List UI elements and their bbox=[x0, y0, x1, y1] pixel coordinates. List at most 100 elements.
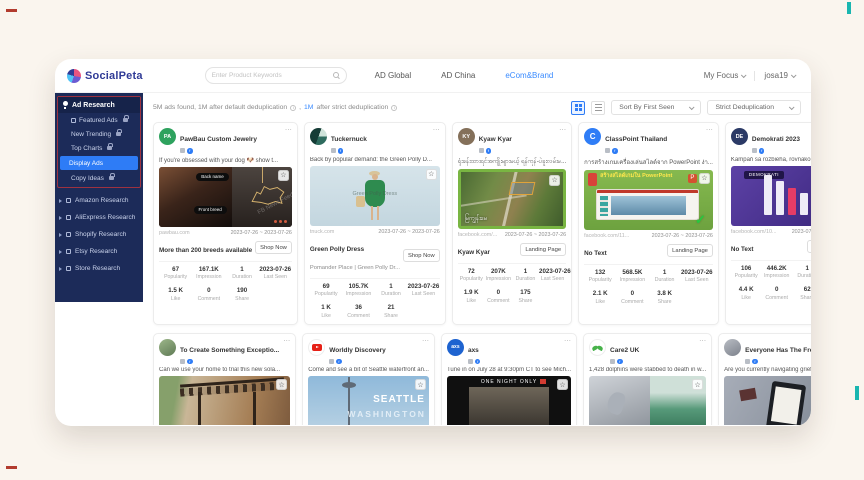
advertiser-avatar[interactable]: PA bbox=[159, 128, 176, 145]
tab-ecom-brand[interactable]: eCom&Brand bbox=[505, 71, 553, 80]
more-options-icon[interactable]: ⋯ bbox=[283, 339, 290, 345]
advertiser-avatar[interactable] bbox=[724, 339, 741, 356]
shop-now-button[interactable]: Shop Now bbox=[403, 249, 440, 262]
ad-creative[interactable]: ONE NIGHT ONLY ☆ bbox=[447, 376, 571, 425]
favorite-icon[interactable]: ☆ bbox=[692, 379, 703, 390]
favorite-icon[interactable]: ☆ bbox=[426, 169, 437, 180]
favorite-icon[interactable]: ☆ bbox=[276, 379, 287, 390]
chevron-down-icon bbox=[791, 72, 797, 78]
logo[interactable]: SocialPeta bbox=[67, 69, 143, 83]
ad-card[interactable]: To Create Something Exceptio... f ⋯ Can … bbox=[153, 333, 296, 426]
list-view-toggle[interactable] bbox=[591, 101, 605, 115]
sidebar-item-amazon-research[interactable]: Amazon Research bbox=[55, 192, 143, 209]
advertiser-avatar[interactable]: DE bbox=[731, 128, 748, 145]
ad-card[interactable]: axs axs f ⋯ Tune in on July 28 at 9:30pm… bbox=[441, 333, 577, 426]
expand-arrow-icon bbox=[59, 250, 62, 254]
sidebar-item-new-trending[interactable]: New Trending bbox=[58, 127, 140, 141]
more-options-icon[interactable]: ⋯ bbox=[706, 128, 713, 134]
ad-creative[interactable]: ☆ bbox=[724, 376, 811, 425]
more-options-icon[interactable]: ⋯ bbox=[559, 128, 566, 134]
ad-card[interactable]: PA PawBau Custom Jewelry f ⋯ If you're o… bbox=[153, 122, 298, 325]
advertiser-avatar[interactable]: C bbox=[584, 128, 601, 145]
strict-dedup-count[interactable]: 1M bbox=[304, 104, 313, 111]
favorite-icon[interactable]: ☆ bbox=[699, 173, 710, 184]
ad-card[interactable]: KY Kyaw Kyar f ⋯ ရုံးခန်းထားရင်အကျိုးမျာ… bbox=[452, 122, 572, 325]
favorite-icon[interactable]: ☆ bbox=[415, 379, 426, 390]
ad-card[interactable]: Care2 UK f ⋯ 1,428 dolphins were stabbed… bbox=[583, 333, 712, 426]
ad-domain[interactable]: facebook.com/10... bbox=[731, 229, 777, 235]
ad-creative[interactable]: မြကျွန်းမေ ☆ bbox=[458, 169, 566, 229]
advertiser-name[interactable]: Tuckernuck bbox=[331, 136, 367, 143]
sidebar-item-top-charts[interactable]: Top Charts bbox=[58, 141, 140, 155]
my-focus-menu[interactable]: My Focus bbox=[704, 71, 746, 80]
network-icon bbox=[605, 148, 610, 153]
landing-page-button[interactable]: Landing Page bbox=[807, 240, 811, 253]
tab-ad-china[interactable]: AD China bbox=[441, 71, 475, 80]
ad-creative[interactable]: ☆ bbox=[589, 376, 706, 425]
more-options-icon[interactable]: ⋯ bbox=[422, 339, 429, 345]
sidebar-item-store-research[interactable]: Store Research bbox=[55, 260, 143, 277]
sidebar-item-etsy-research[interactable]: Etsy Research bbox=[55, 243, 143, 260]
ad-creative[interactable]: DEMOKRATI FB News Feed ☆ bbox=[731, 166, 811, 226]
advertiser-avatar[interactable] bbox=[310, 128, 327, 145]
ad-domain[interactable]: tnuck.com bbox=[310, 229, 335, 235]
advertiser-avatar[interactable]: axs bbox=[447, 339, 464, 356]
ad-domain[interactable]: pawbau.com bbox=[159, 230, 190, 236]
facebook-icon: f bbox=[336, 359, 342, 365]
ad-research-highlight-box: Ad Research Featured Ads New Trending To… bbox=[57, 96, 141, 188]
sidebar-item-copy-ideas[interactable]: Copy Ideas bbox=[58, 171, 140, 185]
advertiser-name[interactable]: Everyone Has The Freedom To... bbox=[745, 347, 811, 354]
sort-select[interactable]: Sort By First Seen bbox=[611, 100, 701, 115]
sidebar-item-featured-ads[interactable]: Featured Ads bbox=[58, 113, 140, 127]
advertiser-avatar[interactable]: KY bbox=[458, 128, 475, 145]
favorite-icon[interactable]: ☆ bbox=[557, 379, 568, 390]
more-options-icon[interactable]: ⋯ bbox=[564, 339, 571, 345]
more-options-icon[interactable]: ⋯ bbox=[433, 128, 440, 134]
info-icon[interactable]: i bbox=[391, 105, 397, 111]
ad-domain[interactable]: facebook.com/11... bbox=[584, 233, 629, 239]
favorite-icon[interactable]: ☆ bbox=[278, 170, 289, 181]
facebook-icon: f bbox=[759, 148, 765, 154]
landing-page-button[interactable]: Landing Page bbox=[520, 243, 566, 256]
advertiser-name[interactable]: Worldly Discovery bbox=[329, 347, 386, 354]
chevron-down-icon bbox=[689, 104, 695, 110]
ad-card[interactable]: Worldly Discovery f ⋯ Come and see a bit… bbox=[302, 333, 435, 426]
ad-creative[interactable]: ☆ bbox=[159, 376, 290, 425]
advertiser-avatar[interactable] bbox=[308, 339, 325, 356]
advertiser-name[interactable]: axs bbox=[468, 347, 479, 354]
grid-view-toggle[interactable] bbox=[571, 101, 585, 115]
search-box[interactable] bbox=[205, 67, 347, 84]
sidebar-item-shopify-research[interactable]: Shopify Research bbox=[55, 226, 143, 243]
sidebar-item-aliexpress-research[interactable]: AliExpress Research bbox=[55, 209, 143, 226]
search-icon[interactable] bbox=[333, 72, 340, 79]
ad-card[interactable]: Tuckernuck f ⋯ Back by popular demand: t… bbox=[304, 122, 446, 325]
search-input[interactable] bbox=[212, 72, 329, 79]
sidebar-item-ad-research[interactable]: Ad Research bbox=[58, 97, 140, 113]
ad-creative[interactable]: Green Polly Dress ☆ bbox=[310, 166, 440, 226]
dedup-select[interactable]: Strict Deduplication bbox=[707, 100, 801, 115]
shop-now-button[interactable]: Shop Now bbox=[255, 241, 292, 254]
advertiser-name[interactable]: Demokrati 2023 bbox=[752, 136, 800, 143]
landing-page-button[interactable]: Landing Page bbox=[667, 244, 713, 257]
ad-creative[interactable]: SEATTLE WASHINGTON ☆ bbox=[308, 376, 429, 425]
ad-creative[interactable]: Back name Front breed FB News Feed ☆ bbox=[159, 167, 292, 227]
advertiser-avatar[interactable] bbox=[589, 339, 606, 356]
user-menu[interactable]: josa19 bbox=[764, 71, 795, 80]
advertiser-name[interactable]: PawBau Custom Jewelry bbox=[180, 136, 257, 143]
advertiser-avatar[interactable] bbox=[159, 339, 176, 356]
more-options-icon[interactable]: ⋯ bbox=[285, 128, 292, 134]
more-options-icon[interactable]: ⋯ bbox=[699, 339, 706, 345]
ad-domain[interactable]: facebook.com/... bbox=[458, 232, 498, 238]
info-icon[interactable]: i bbox=[290, 105, 296, 111]
advertiser-name[interactable]: ClassPoint Thailand bbox=[605, 136, 667, 143]
favorite-icon[interactable]: ☆ bbox=[549, 175, 560, 186]
ad-card[interactable]: C ClassPoint Thailand f ⋯ การสร้างเกมเคร… bbox=[578, 122, 719, 325]
ad-card[interactable]: DE Demokrati 2023 f ⋯ Kampaň sa rozbieha… bbox=[725, 122, 811, 325]
ad-creative[interactable]: สร้างสไลด์เกมใน PowerPoint ✓ ☆ bbox=[584, 170, 713, 230]
ad-card[interactable]: Everyone Has The Freedom To... f ⋯ Are y… bbox=[718, 333, 811, 426]
tab-ad-global[interactable]: AD Global bbox=[375, 71, 411, 80]
advertiser-name[interactable]: Kyaw Kyar bbox=[479, 136, 512, 143]
sidebar-item-display-ads[interactable]: Display Ads bbox=[60, 156, 138, 170]
advertiser-name[interactable]: Care2 UK bbox=[610, 347, 639, 354]
advertiser-name[interactable]: To Create Something Exceptio... bbox=[180, 347, 279, 354]
